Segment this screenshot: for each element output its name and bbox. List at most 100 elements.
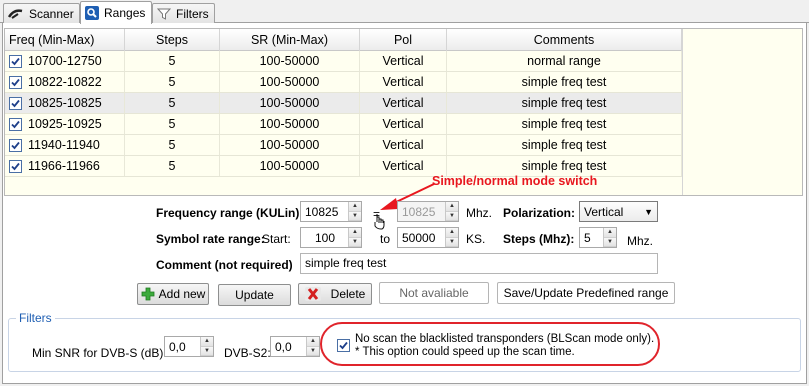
spin-up-icon[interactable]: ▲	[349, 228, 361, 238]
steps-arrows[interactable]: ▲ ▼	[603, 228, 616, 247]
min-snr-dvbs-input[interactable]	[165, 337, 200, 356]
cell-pol: Vertical	[360, 156, 447, 176]
symbol-rate-label: Symbol rate range:	[156, 232, 265, 246]
tab-filters[interactable]: Filters	[152, 3, 215, 23]
grid-body: 10700-12750 5 100-50000 Vertical normal …	[5, 51, 682, 177]
spin-down-icon[interactable]: ▼	[349, 211, 361, 221]
ks-unit: KS.	[466, 232, 486, 246]
sr-end-input[interactable]	[398, 228, 445, 247]
polarization-select[interactable]: Vertical ▼	[579, 201, 658, 222]
spin-down-icon[interactable]: ▼	[446, 237, 458, 247]
funnel-icon	[157, 7, 171, 21]
cell-comment: simple freq test	[447, 93, 682, 113]
sr-start-arrows[interactable]: ▲ ▼	[348, 228, 361, 247]
cell-pol: Vertical	[360, 51, 447, 71]
satellite-dish-icon	[8, 7, 24, 21]
column-header-steps[interactable]: Steps	[125, 29, 220, 51]
table-row[interactable]: 10822-10822 5 100-50000 Vertical simple …	[5, 72, 682, 93]
row-checkbox[interactable]	[9, 159, 22, 173]
steps-spinner[interactable]: ▲▼	[579, 227, 617, 248]
table-row-selected[interactable]: 10825-10825 5 100-50000 Vertical simple …	[5, 93, 682, 114]
cell-steps: 5	[125, 135, 220, 155]
freq-min-arrows[interactable]: ▲ ▼	[348, 202, 361, 221]
cell-steps: 5	[125, 72, 220, 92]
spin-up-icon[interactable]: ▲	[201, 337, 213, 347]
table-row[interactable]: 10700-12750 5 100-50000 Vertical normal …	[5, 51, 682, 72]
freq-value: 11940-11940	[28, 138, 100, 152]
spin-down-icon[interactable]: ▼	[307, 346, 319, 356]
spin-up-icon: ▲	[446, 202, 458, 212]
freq-max-spinner: ▲▼	[397, 201, 459, 222]
mhz-unit: Mhz.	[466, 206, 493, 220]
sr-start-input[interactable]	[301, 228, 348, 247]
tab-bar: Scanner Ranges Filters	[0, 0, 809, 24]
ranges-grid[interactable]: Freq (Min-Max) Steps SR (Min-Max) Pol Co…	[4, 28, 803, 196]
tab-scanner[interactable]: Scanner	[3, 3, 80, 23]
min-snr-dvbs-spinner[interactable]: ▲▼	[164, 336, 214, 357]
row-checkbox[interactable]	[9, 96, 22, 110]
sr-start-spinner[interactable]: ▲▼	[300, 227, 362, 248]
cell-freq: 10925-10925	[5, 114, 125, 134]
dvbs2-label: DVB-S2:	[224, 346, 271, 360]
steps-input[interactable]	[580, 228, 603, 247]
column-header-freq[interactable]: Freq (Min-Max)	[5, 29, 125, 51]
row-checkbox[interactable]	[9, 138, 22, 152]
dvbs2-spinner[interactable]: ▲▼	[270, 336, 320, 357]
freq-min-spinner[interactable]: ▲▼	[300, 201, 362, 222]
cell-comment: normal range	[447, 51, 682, 71]
comment-field[interactable]: simple freq test	[300, 253, 658, 274]
delete-button[interactable]: Delete	[298, 283, 372, 305]
add-new-label: Add new	[158, 287, 206, 301]
cell-freq: 11966-11966	[5, 156, 125, 176]
start-label: Start:	[262, 232, 291, 246]
dvbs2-input[interactable]	[271, 337, 306, 356]
delete-label: Delete	[330, 287, 366, 301]
grid-empty-area	[682, 29, 802, 195]
row-checkbox[interactable]	[9, 54, 22, 68]
cell-comment: simple freq test	[447, 156, 682, 176]
freq-min-input[interactable]	[301, 202, 348, 221]
cell-comment: simple freq test	[447, 135, 682, 155]
steps-unit: Mhz.	[627, 234, 654, 248]
spin-down-icon[interactable]: ▼	[604, 237, 616, 247]
column-header-sr[interactable]: SR (Min-Max)	[220, 29, 360, 51]
spin-down-icon[interactable]: ▼	[349, 237, 361, 247]
chevron-down-icon: ▼	[644, 207, 653, 217]
column-header-pol[interactable]: Pol	[360, 29, 447, 51]
spin-down-icon[interactable]: ▼	[201, 346, 213, 356]
save-predefined-range-button[interactable]: Save/Update Predefined range	[497, 282, 675, 304]
min-snr-dvbs-label: Min SNR for DVB-S (dB):	[32, 346, 167, 360]
spin-up-icon[interactable]: ▲	[446, 228, 458, 238]
update-button[interactable]: Update	[218, 284, 291, 306]
to-label: to	[380, 232, 391, 246]
cell-sr: 100-50000	[220, 156, 360, 176]
cell-steps: 5	[125, 114, 220, 134]
blacklist-checkbox[interactable]	[337, 339, 350, 352]
sr-end-spinner[interactable]: ▲▼	[397, 227, 459, 248]
tab-ranges[interactable]: Ranges	[80, 1, 152, 24]
min-snr-dvbs-arrows[interactable]: ▲ ▼	[200, 337, 213, 356]
column-header-comments[interactable]: Comments	[447, 29, 682, 51]
magnifier-icon	[85, 6, 99, 20]
blacklist-option-line1: No scan the blacklisted transponders (BL…	[355, 333, 655, 345]
dvbs2-arrows[interactable]: ▲ ▼	[306, 337, 319, 356]
not-available-button: Not avaliable	[379, 282, 489, 304]
row-checkbox[interactable]	[9, 117, 22, 131]
spin-up-icon[interactable]: ▲	[604, 228, 616, 238]
add-new-button[interactable]: Add new	[137, 283, 209, 305]
cell-sr: 100-50000	[220, 51, 360, 71]
row-checkbox[interactable]	[9, 75, 22, 89]
plus-icon	[141, 287, 155, 301]
cell-comment: simple freq test	[447, 114, 682, 134]
grid-header: Freq (Min-Max) Steps SR (Min-Max) Pol Co…	[5, 29, 682, 51]
table-row[interactable]: 10925-10925 5 100-50000 Vertical simple …	[5, 114, 682, 135]
freq-value: 11966-11966	[28, 159, 100, 173]
sr-end-arrows[interactable]: ▲ ▼	[445, 228, 458, 247]
table-row[interactable]: 11940-11940 5 100-50000 Vertical simple …	[5, 135, 682, 156]
save-predefined-label: Save/Update Predefined range	[503, 286, 669, 300]
cell-pol: Vertical	[360, 114, 447, 134]
freq-range-label: Frequency range (KULin):	[156, 206, 304, 220]
spin-up-icon[interactable]: ▲	[307, 337, 319, 347]
spin-down-icon: ▼	[446, 211, 458, 221]
spin-up-icon[interactable]: ▲	[349, 202, 361, 212]
